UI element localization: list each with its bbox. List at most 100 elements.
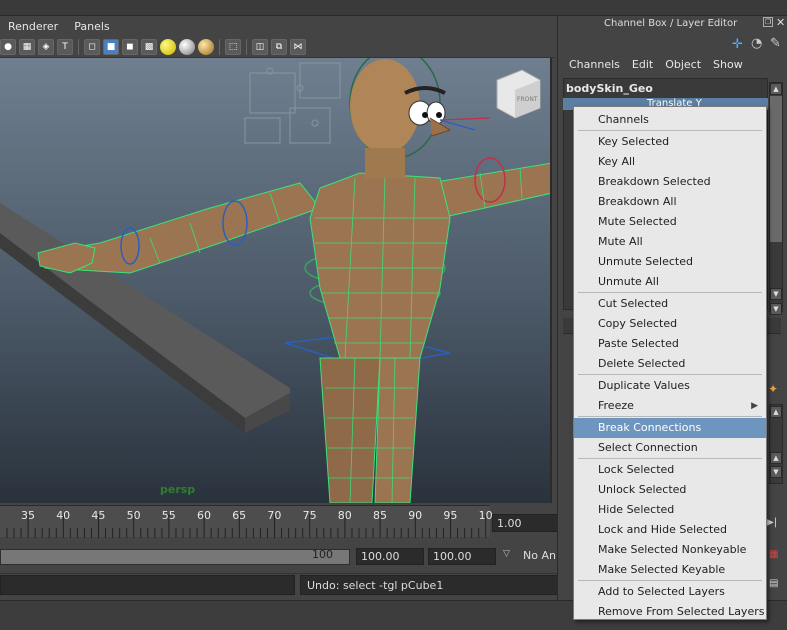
context-menu-item[interactable]: Unmute All (574, 272, 766, 292)
context-menu-item[interactable]: Select Connection (574, 438, 766, 458)
command-result: Undo: select -tgl pCube1 (300, 575, 573, 595)
menu-object[interactable]: Object (659, 58, 707, 71)
context-menu: Channels Key Selected Key All Breakdown Sel… (573, 106, 767, 620)
scroll-down-icon[interactable]: ▼ (770, 303, 782, 315)
clock-icon[interactable]: ◔ (751, 36, 762, 51)
context-menu-item[interactable]: Key Selected (574, 132, 766, 152)
channel-box-title: Channel Box / Layer Editor (604, 18, 738, 29)
pen-icon[interactable]: ✎ (770, 36, 781, 51)
timeline-tick-label: 70 (267, 509, 282, 522)
isolate-select-icon[interactable]: ⬚ (225, 38, 241, 55)
scroll-up-icon[interactable]: ▲ (770, 452, 782, 464)
eyebrow (404, 86, 446, 95)
next-key-icon[interactable]: ▶| (766, 517, 777, 528)
menu-channels[interactable]: Channels (563, 58, 626, 71)
head (350, 59, 420, 153)
menu-renderer[interactable]: Renderer (0, 20, 66, 33)
time-slider[interactable]: 35 40 45 50 55 60 65 70 75 80 85 90 95 10 (0, 505, 493, 538)
context-menu-item[interactable]: Cut Selected (574, 294, 766, 314)
context-menu-item[interactable]: Lock Selected (574, 460, 766, 480)
context-menu-item[interactable]: Paste Selected (574, 334, 766, 354)
context-menu-item[interactable]: Key All (574, 152, 766, 172)
wireframe-icon[interactable]: ▦ (19, 38, 35, 55)
context-menu-item[interactable]: Breakdown Selected (574, 172, 766, 192)
shading-icon[interactable]: ● (0, 38, 16, 55)
context-menu-item-label: Select Connection (598, 441, 698, 454)
context-menu-item-label: Cut Selected (598, 297, 669, 310)
menu-show[interactable]: Show (707, 58, 749, 71)
share-icon[interactable]: ⋈ (290, 38, 306, 55)
scroll-up-icon[interactable]: ▲ (770, 83, 782, 95)
command-input[interactable] (0, 575, 295, 595)
chevron-down-icon[interactable]: ▽ (503, 549, 510, 559)
timeline-tick-label: 45 (91, 509, 106, 522)
top-strip (0, 0, 787, 16)
view-cube-label: FRONT (517, 96, 538, 103)
material-sphere-icon[interactable] (198, 38, 214, 55)
scroll-down-icon[interactable]: ▼ (770, 466, 782, 478)
context-menu-item[interactable]: Freeze ▶ (574, 396, 766, 416)
context-menu-item-label: Lock and Hide Selected (598, 523, 728, 536)
context-menu-item[interactable]: Mute All (574, 232, 766, 252)
context-menu-item[interactable]: Add to Selected Layers (574, 582, 766, 602)
toolbar-divider (246, 38, 247, 55)
context-menu-item[interactable]: Remove From Selected Layers (574, 602, 766, 622)
wire-cube-icon[interactable]: ◻ (84, 38, 100, 55)
context-menu-item-label: Make Selected Keyable (598, 563, 726, 576)
range-slider[interactable] (0, 549, 350, 565)
animation-end-field[interactable]: 100.00 (428, 548, 496, 565)
3d-viewport[interactable]: FRONT persp (0, 58, 552, 503)
context-menu-item[interactable]: Breakdown All (574, 192, 766, 212)
context-menu-item[interactable]: Lock and Hide Selected (574, 520, 766, 540)
smooth-shade-icon[interactable]: ◈ (38, 38, 54, 55)
context-menu-item-label: Channels (598, 113, 649, 126)
context-menu-item[interactable]: Mute Selected (574, 212, 766, 232)
menu-edit[interactable]: Edit (626, 58, 659, 71)
light-icon[interactable] (160, 38, 176, 55)
context-menu-item[interactable]: Unlock Selected (574, 480, 766, 500)
textured-cube-icon[interactable]: ◼ (122, 38, 138, 55)
frame-icon[interactable]: ⧉ (271, 38, 287, 55)
context-menu-item-label: Unmute Selected (598, 255, 693, 268)
context-menu-item[interactable]: Copy Selected (574, 314, 766, 334)
pupil (422, 112, 428, 118)
context-menu-item-label: Unlock Selected (598, 483, 687, 496)
close-icon[interactable]: ✕ (776, 16, 785, 29)
timeline-tick-label: 85 (373, 509, 387, 522)
playback-end-field[interactable]: 100.00 (356, 548, 424, 565)
context-menu-item[interactable]: Delete Selected (574, 354, 766, 374)
layer-icon[interactable]: ✦ (768, 382, 778, 396)
context-menu-item[interactable]: Channels (574, 110, 766, 130)
context-menu-item[interactable]: Make Selected Nonkeyable (574, 540, 766, 560)
xray-icon[interactable]: ◫ (252, 38, 268, 55)
script-editor-icon[interactable]: ▤ (769, 578, 778, 589)
context-menu-item-label: Duplicate Values (598, 379, 690, 392)
shaded-cube-icon[interactable]: ■ (103, 38, 119, 55)
texture-icon[interactable]: T (57, 38, 73, 55)
timeline-tick-label: 50 (126, 509, 141, 522)
scroll-thumb[interactable] (770, 96, 782, 242)
context-menu-item-label: Add to Selected Layers (598, 585, 725, 598)
menu-panels[interactable]: Panels (66, 20, 117, 33)
toolbar-divider (78, 38, 79, 55)
context-menu-item-label: Make Selected Nonkeyable (598, 543, 747, 556)
timeline-tick-label: 65 (232, 509, 247, 522)
scene-render: FRONT (0, 58, 550, 503)
scroll-up-icon[interactable]: ▲ (770, 406, 782, 418)
context-menu-item[interactable]: Unmute Selected (574, 252, 766, 272)
context-menu-item-label: Paste Selected (598, 337, 679, 350)
context-menu-item-label: Key All (598, 155, 636, 168)
current-frame-field[interactable]: 1.00 (492, 514, 560, 532)
context-menu-item[interactable]: Break Connections (574, 418, 766, 438)
context-menu-item-label: Delete Selected (598, 357, 686, 370)
character-set-icon[interactable]: ▦ (769, 549, 778, 560)
context-menu-item[interactable]: Hide Selected (574, 500, 766, 520)
torso (309, 172, 451, 359)
shadow-sphere-icon[interactable] (179, 38, 195, 55)
checker-icon[interactable]: ▩ (141, 38, 157, 55)
axis-icon[interactable]: ✛ (732, 37, 743, 52)
float-icon[interactable]: ❐ (763, 17, 773, 27)
context-menu-item[interactable]: Make Selected Keyable (574, 560, 766, 580)
scroll-down-icon[interactable]: ▼ (770, 288, 782, 300)
context-menu-item[interactable]: Duplicate Values (574, 376, 766, 396)
